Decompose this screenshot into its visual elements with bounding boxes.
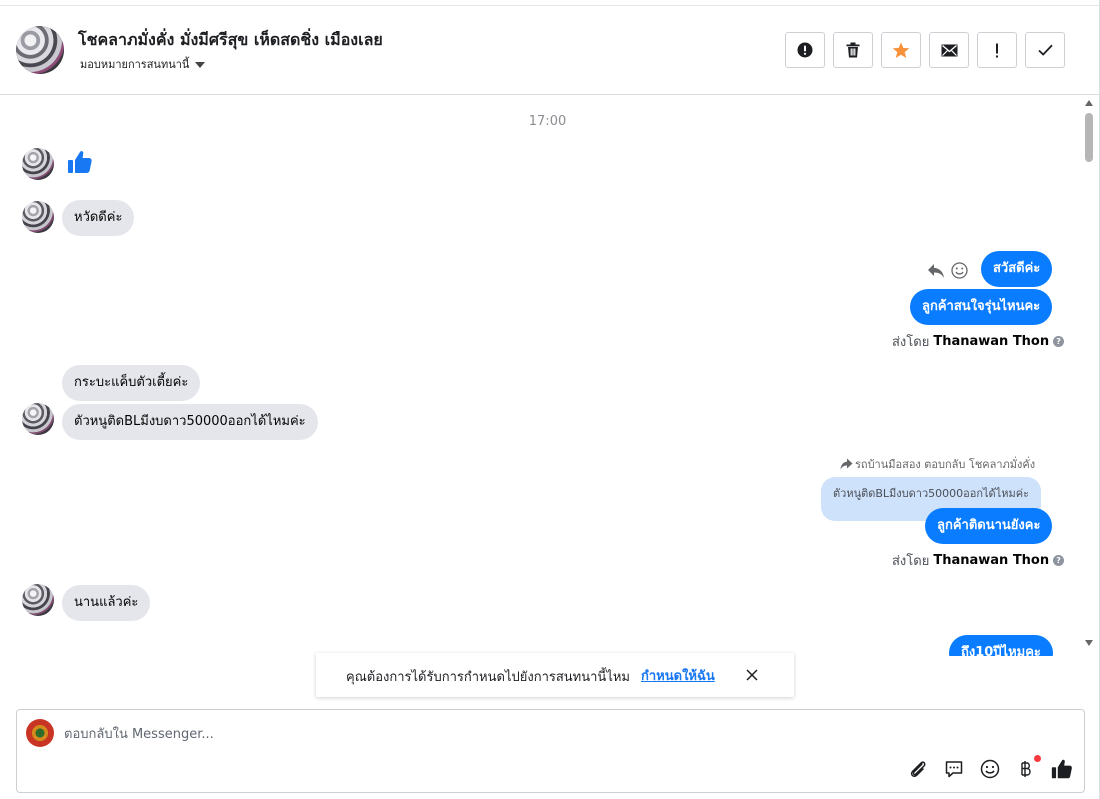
sent-by-prefix: ส่งโดย [892, 554, 930, 569]
question-help-icon[interactable]: ? [1053, 336, 1065, 347]
assign-label: มอบหมายการสนทนานี้ [80, 58, 190, 71]
sent-by-name: Thanawan Thon [933, 553, 1050, 568]
send-like-button[interactable] [1051, 758, 1073, 780]
reply-input[interactable] [64, 723, 964, 745]
star-icon [892, 42, 910, 58]
contact-message-avatar[interactable] [22, 403, 54, 435]
assignment-notice: คุณต้องการได้รับการกำหนดไปยังการสนทนานี้… [316, 653, 794, 697]
message-bubble-incoming[interactable]: หวัดดีค่ะ [62, 200, 135, 236]
sent-by-prefix: ส่งโดย [892, 335, 930, 350]
reply-context: รถบ้านมือสอง ตอบกลับ โชคลาภมั่งคั่ง [840, 455, 1035, 473]
sent-by-name: Thanawan Thon [933, 334, 1050, 349]
priority-button[interactable] [977, 32, 1017, 68]
exclamation-icon [996, 43, 998, 57]
saved-replies-button[interactable] [943, 758, 965, 780]
saved-replies-icon [945, 761, 963, 778]
thread-timestamp: 17:00 [528, 114, 567, 129]
envelope-icon [941, 44, 957, 56]
attach-button[interactable] [907, 758, 929, 780]
assign-conversation-dropdown[interactable]: มอบหมายการสนทนานี้ [80, 55, 206, 73]
contact-avatar[interactable] [16, 26, 64, 74]
message-bubble-outgoing[interactable]: สวัสดีค่ะ [981, 251, 1053, 287]
message-bubble-outgoing[interactable]: ลูกค้าติดนานยังคะ [925, 508, 1053, 544]
question-help-icon[interactable]: ? [1053, 555, 1065, 566]
paperclip-icon [910, 761, 926, 778]
mark-done-button[interactable] [1025, 32, 1065, 68]
message-bubble-incoming[interactable]: ตัวหนูติดBLมีงบดาว50000ออกได้ไหมค่ะ [62, 404, 318, 440]
reply-context-text: รถบ้านมือสอง ตอบกลับ โชคลาภมั่งคั่ง [855, 458, 1036, 471]
message-bubble-outgoing[interactable]: ลูกค้าสนใจรุ่นไหนคะ [910, 289, 1053, 325]
delete-button[interactable] [833, 32, 873, 68]
forward-reply-icon [840, 458, 853, 470]
header-toolbar [785, 32, 1065, 68]
close-icon[interactable] [744, 667, 760, 683]
message-bubble-outgoing[interactable]: ถึง10ปีไหมคะ [949, 635, 1053, 656]
scroll-up-arrow-icon[interactable] [1085, 100, 1093, 106]
message-clip: ถึง10ปีไหมคะ [940, 630, 1070, 656]
contact-message-avatar[interactable] [22, 584, 54, 616]
scroll-down-arrow-icon[interactable] [1085, 640, 1093, 646]
contact-message-avatar[interactable] [22, 148, 54, 180]
emoji-button[interactable] [979, 758, 1001, 780]
reply-icon[interactable] [927, 263, 945, 279]
trash-icon [846, 42, 860, 58]
sent-by-label: ส่งโดย Thanawan Thon ? [892, 331, 1065, 352]
emoji-icon [980, 759, 1000, 779]
star-button[interactable] [881, 32, 921, 68]
conversation-panel: โชคลาภมั่งคั่ง มั่งมีศรีสุข เห็ดสดชิ่ง เ… [0, 0, 1100, 799]
conversation-header: โชคลาภมั่งคั่ง มั่งมีศรีสุข เห็ดสดชิ่ง เ… [0, 6, 1100, 95]
mark-unread-button[interactable] [929, 32, 969, 68]
sent-by-label: ส่งโดย Thanawan Thon ? [892, 550, 1065, 571]
contact-name[interactable]: โชคลาภมั่งคั่ง มั่งมีศรีสุข เห็ดสดชิ่ง เ… [78, 28, 383, 53]
baht-payment-icon [1021, 761, 1031, 777]
caret-down-icon [195, 61, 206, 68]
exclamation-circle-icon [797, 42, 813, 58]
thread-scrollbar[interactable] [1083, 96, 1097, 656]
payment-button[interactable] [1015, 755, 1041, 780]
message-composer [16, 709, 1085, 793]
checkmark-icon [1037, 44, 1053, 56]
notification-dot [1034, 755, 1041, 762]
message-bubble-incoming[interactable]: กระบะแค็บตัวเตี้ยค่ะ [62, 365, 201, 401]
message-bubble-incoming[interactable]: นานแล้วค่ะ [62, 585, 151, 621]
contact-message-avatar[interactable] [22, 201, 54, 233]
message-actions [927, 262, 968, 279]
composer-tools [907, 755, 1073, 780]
report-button[interactable] [785, 32, 825, 68]
assign-to-me-link[interactable]: กำหนดให้ฉัน [641, 665, 715, 686]
like-icon [1051, 759, 1072, 779]
react-emoji-icon[interactable] [951, 262, 968, 279]
thumbs-up-icon [68, 151, 92, 173]
page-avatar [26, 719, 54, 747]
notice-text: คุณต้องการได้รับการกำหนดไปยังการสนทนานี้… [346, 670, 630, 685]
